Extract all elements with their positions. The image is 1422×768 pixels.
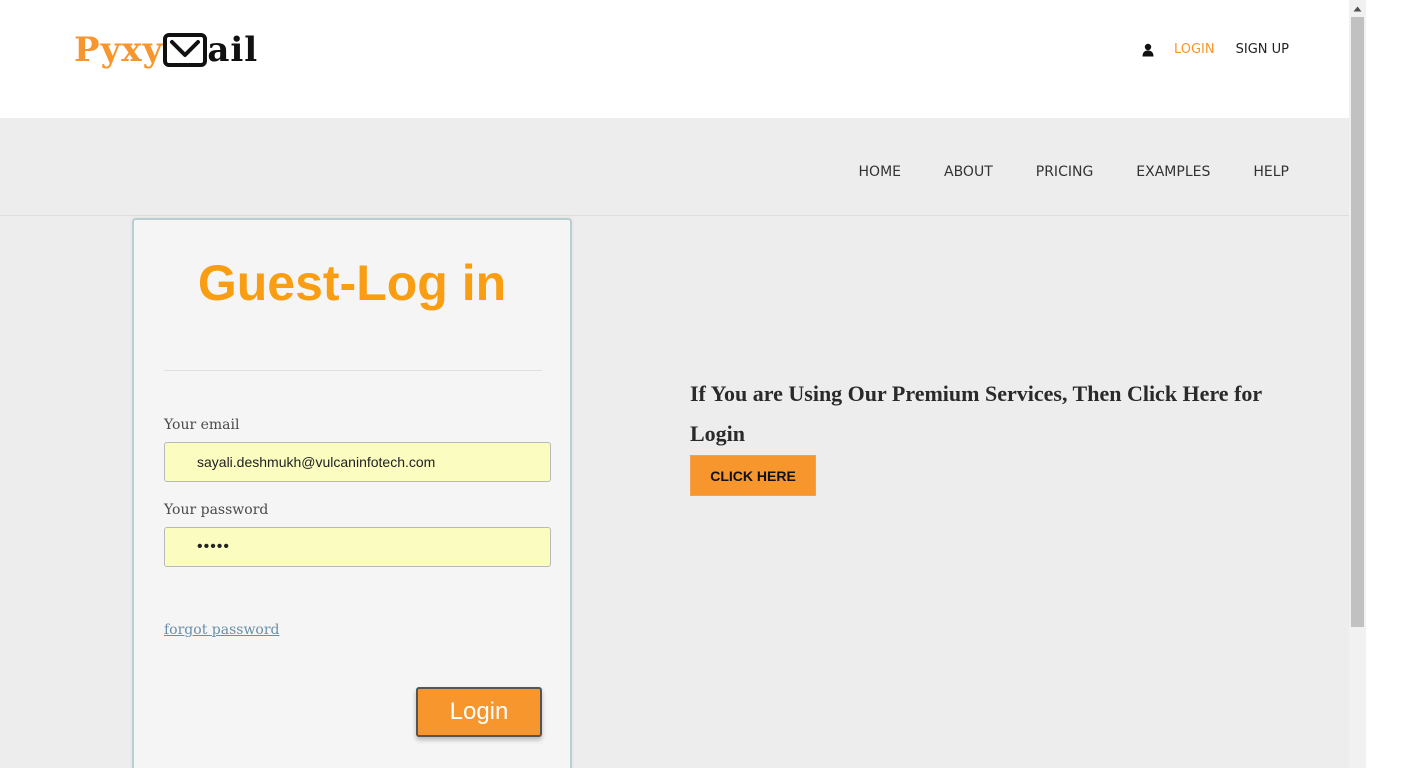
top-header: Pyxy ail LOGIN SIGN UP: [0, 0, 1349, 118]
nav-item-about[interactable]: ABOUT: [944, 164, 993, 180]
envelope-icon: [163, 33, 208, 67]
email-field[interactable]: sayali.deshmukh@vulcaninfotech.com: [164, 442, 551, 482]
account-links: LOGIN SIGN UP: [1142, 42, 1289, 57]
nav-item-home[interactable]: HOME: [859, 164, 901, 180]
logo-text-part2: ail: [207, 30, 259, 70]
forgot-password-link[interactable]: forgot password: [164, 622, 280, 638]
login-link[interactable]: LOGIN: [1174, 42, 1215, 57]
nav-item-examples[interactable]: EXAMPLES: [1136, 164, 1210, 180]
email-label: Your email: [164, 417, 240, 433]
scroll-thumb[interactable]: [1351, 17, 1364, 627]
nav-list: HOME ABOUT PRICING EXAMPLES HELP: [816, 164, 1289, 180]
password-field[interactable]: •••••: [164, 527, 551, 567]
guest-login-card: Guest-Log in Your email sayali.deshmukh@…: [132, 218, 572, 768]
arrow-up-icon: [1353, 6, 1362, 11]
click-here-button[interactable]: CLICK HERE: [690, 455, 816, 496]
vertical-scrollbar[interactable]: [1349, 0, 1366, 768]
page: Pyxy ail LOGIN SIGN UP HOME ABOUT PRICIN…: [0, 0, 1349, 768]
main-nav: HOME ABOUT PRICING EXAMPLES HELP: [0, 118, 1349, 216]
nav-item-pricing[interactable]: PRICING: [1036, 164, 1094, 180]
login-button[interactable]: Login: [416, 687, 542, 737]
logo[interactable]: Pyxy ail: [74, 30, 258, 70]
premium-services-text: If You are Using Our Premium Services, T…: [690, 381, 1262, 446]
signup-link[interactable]: SIGN UP: [1236, 42, 1289, 57]
password-label: Your password: [164, 502, 269, 518]
user-icon: [1142, 43, 1154, 56]
scroll-up-button[interactable]: [1349, 0, 1366, 17]
logo-text-part1: Pyxy: [74, 30, 164, 70]
divider: [164, 370, 542, 371]
login-title: Guest-Log in: [197, 255, 507, 311]
nav-item-help[interactable]: HELP: [1253, 164, 1289, 180]
